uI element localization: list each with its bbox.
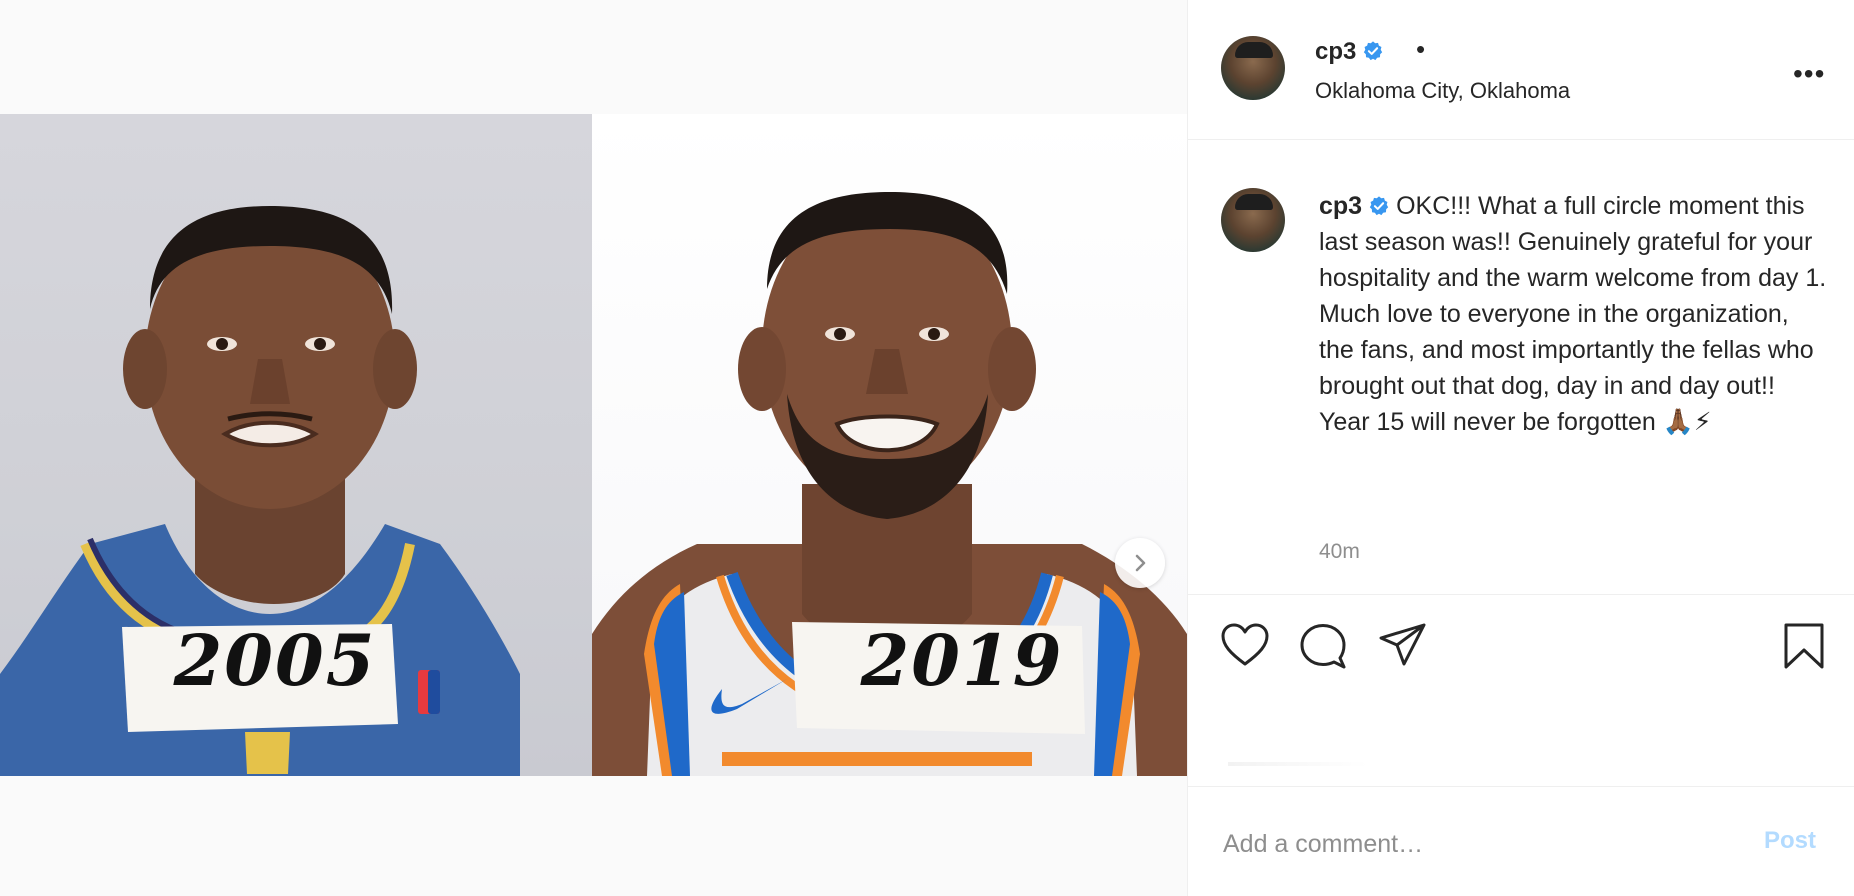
more-icon: ••• [1793,58,1826,89]
share-icon[interactable] [1378,622,1428,668]
photo-2005: 2005 [0,114,592,776]
avatar[interactable] [1221,188,1285,252]
post-timestamp[interactable]: 40m [1319,540,1360,564]
caption-body: OKC!!! What a full circle moment this la… [1319,192,1827,436]
post-comment-button[interactable]: Post [1764,827,1816,855]
comment-input[interactable] [1221,823,1725,865]
caption-username[interactable]: cp3 [1319,192,1362,220]
location-link[interactable]: Oklahoma City, Oklahoma [1315,78,1570,104]
verified-badge-icon [1369,196,1389,216]
post-header: cp3 • Oklahoma City, Oklahoma ••• [1188,0,1854,140]
post-sidebar: cp3 • Oklahoma City, Oklahoma ••• cp3 OK… [1187,0,1854,896]
header-separator: • [1416,34,1426,64]
action-bar [1188,600,1854,690]
caption-section: cp3 OKC!!! What a full circle moment thi… [1188,140,1854,595]
carousel-next-button[interactable] [1115,538,1165,588]
bookmark-icon[interactable] [1781,622,1827,670]
carousel-slide[interactable]: 2005 2019 [0,114,1187,776]
more-options-button[interactable]: ••• [1793,58,1825,90]
heart-icon[interactable] [1220,622,1270,668]
year-label-2019: 2019 [860,619,1064,702]
header-username-row[interactable]: cp3 [1315,38,1384,66]
comment-icon[interactable] [1298,622,1348,670]
caption: cp3 OKC!!! What a full circle moment thi… [1319,188,1829,440]
post-media: 2005 2019 [0,0,1187,896]
comment-bar: Post [1188,786,1854,896]
photo-2019: 2019 [592,114,1187,776]
year-label-2005: 2005 [173,619,377,702]
avatar[interactable] [1221,36,1285,100]
verified-badge-icon [1364,41,1383,61]
chevron-right-icon [1135,554,1146,572]
username[interactable]: cp3 [1315,38,1356,65]
likes-placeholder [1228,762,1368,766]
